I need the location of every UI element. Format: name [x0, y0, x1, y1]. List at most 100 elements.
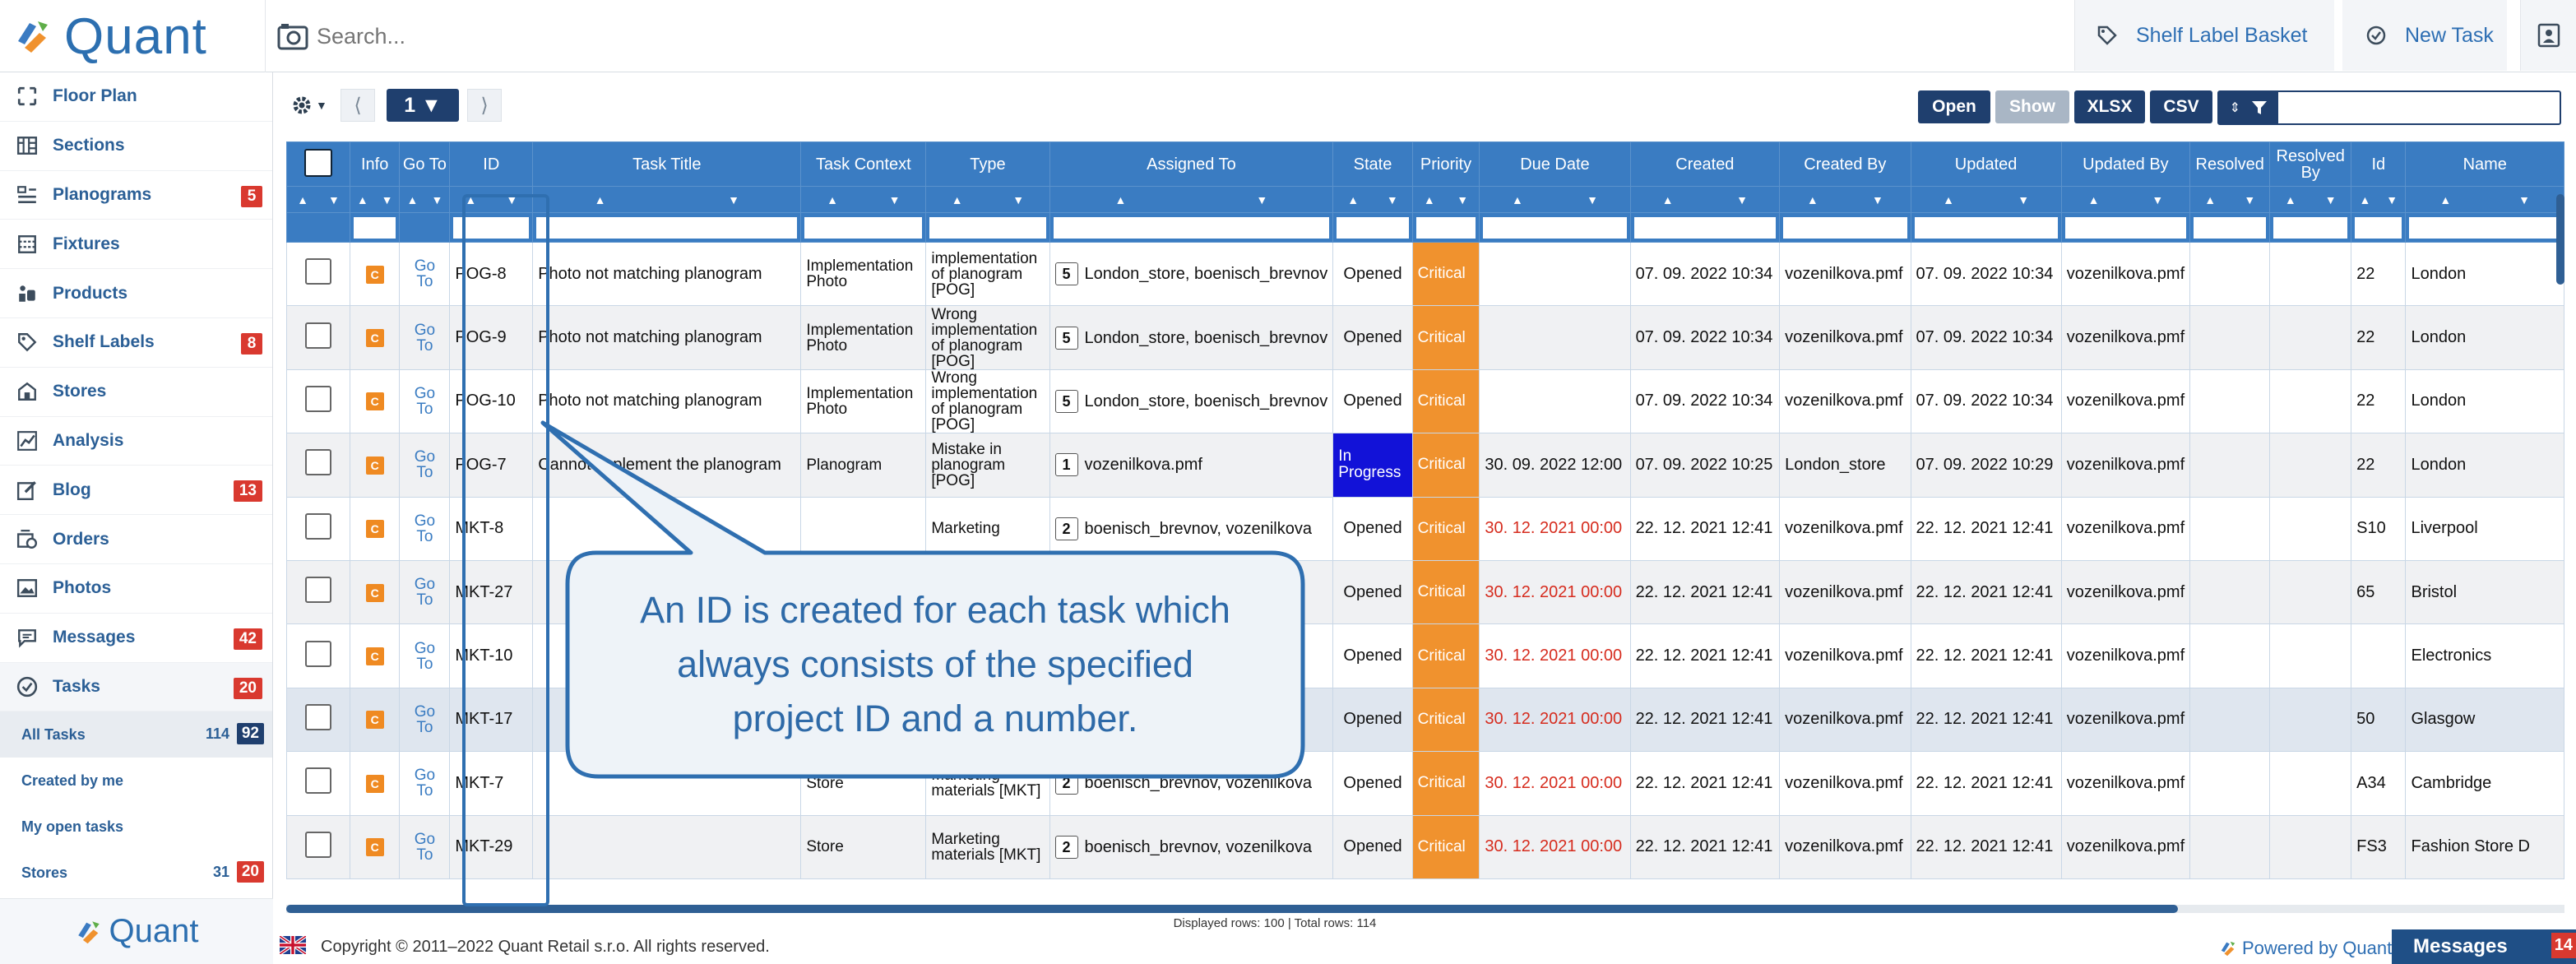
info-icon[interactable]: C: [365, 647, 384, 666]
column-header-go-to[interactable]: Go To: [399, 141, 451, 187]
sort-desc-icon[interactable]: ▼: [382, 193, 393, 206]
table-row[interactable]: C Go To POG-9 Photo not matching planogram I…: [286, 305, 2564, 370]
column-header-assigned-to[interactable]: Assigned To: [1049, 141, 1334, 187]
table-row[interactable]: C Go To MKT-29 Store Marketing materials [MK…: [286, 814, 2564, 879]
info-cell[interactable]: C: [349, 814, 401, 879]
tasks-subitem-my-open-tasks[interactable]: My open tasks: [0, 804, 272, 850]
sort-asc-icon[interactable]: ▲: [827, 193, 838, 206]
goto-link[interactable]: Go To: [399, 814, 451, 879]
info-cell[interactable]: C: [349, 623, 401, 688]
sort-cell[interactable]: ▲ ▼: [1779, 186, 1911, 213]
tasks-subitem-all-tasks[interactable]: All Tasks 114 92: [0, 711, 272, 758]
column-filter-input[interactable]: [1483, 216, 1627, 239]
sort-asc-icon[interactable]: ▲: [1943, 193, 1954, 206]
sort-desc-icon[interactable]: ▼: [506, 193, 517, 206]
sort-desc-icon[interactable]: ▼: [2018, 193, 2029, 206]
column-header-task-title[interactable]: Task Title: [532, 141, 802, 187]
sort-cell[interactable]: ▲ ▼: [2405, 186, 2564, 213]
column-header-name[interactable]: Name: [2405, 141, 2564, 187]
sort-cell[interactable]: ▲ ▼: [1332, 186, 1413, 213]
sort-desc-icon[interactable]: ▼: [2518, 193, 2530, 206]
sort-asc-icon[interactable]: ▲: [1662, 193, 1674, 206]
info-icon[interactable]: C: [365, 711, 384, 730]
goto-link[interactable]: Go To: [399, 687, 451, 753]
row-checkbox[interactable]: [304, 385, 331, 412]
sort-asc-icon[interactable]: ▲: [595, 193, 606, 206]
table-filter-input[interactable]: ⇕: [2217, 90, 2561, 125]
info-cell[interactable]: C: [349, 559, 401, 625]
sort-cell[interactable]: ▲ ▼: [800, 186, 927, 213]
settings-menu-button[interactable]: ▼: [290, 89, 332, 122]
row-select-cell[interactable]: [286, 623, 350, 688]
shelf-label-basket-button[interactable]: Shelf Label Basket: [2074, 0, 2334, 71]
sort-desc-icon[interactable]: ▼: [1872, 193, 1883, 206]
sort-cell[interactable]: ▲ ▼: [2060, 186, 2191, 213]
sort-asc-icon[interactable]: ▲: [2360, 193, 2371, 206]
column-header-created-by[interactable]: Created By: [1779, 141, 1911, 187]
sidebar-item-planograms[interactable]: Planograms 5: [0, 171, 272, 220]
sort-asc-icon[interactable]: ▲: [297, 193, 308, 206]
row-checkbox[interactable]: [304, 322, 331, 349]
column-header-created[interactable]: Created: [1629, 141, 1781, 187]
quant-logo[interactable]: Quant: [13, 8, 260, 65]
sort-cell[interactable]: ▲ ▼: [1479, 186, 1631, 213]
column-filter-input[interactable]: [2273, 216, 2348, 239]
column-header-due-date[interactable]: Due Date: [1479, 141, 1631, 187]
sort-desc-icon[interactable]: ▼: [1587, 193, 1598, 206]
sort-desc-icon[interactable]: ▼: [1387, 193, 1398, 206]
column-header-info[interactable]: Info: [349, 141, 401, 187]
goto-link[interactable]: Go To: [399, 559, 451, 625]
sidebar-item-orders[interactable]: Orders: [0, 515, 272, 564]
sort-icon[interactable]: ⇕: [2230, 100, 2240, 116]
column-filter-input[interactable]: [2064, 216, 2187, 239]
column-filter-input[interactable]: [353, 216, 396, 239]
sort-desc-icon[interactable]: ▼: [2386, 193, 2398, 206]
info-icon[interactable]: C: [365, 520, 384, 539]
previous-page-button[interactable]: ⟨: [341, 89, 375, 122]
info-cell[interactable]: C: [349, 496, 401, 561]
sort-asc-icon[interactable]: ▲: [1424, 193, 1435, 206]
new-task-button[interactable]: New Task: [2342, 0, 2507, 71]
table-row[interactable]: C Go To POG-8 Photo not matching planogram I…: [286, 241, 2564, 307]
column-filter-input[interactable]: [2409, 216, 2560, 239]
sort-asc-icon[interactable]: ▲: [406, 193, 418, 206]
row-checkbox[interactable]: [304, 577, 331, 604]
info-icon[interactable]: C: [365, 838, 384, 857]
sort-cell[interactable]: ▲ ▼: [1910, 186, 2062, 213]
sort-asc-icon[interactable]: ▲: [465, 193, 476, 206]
row-select-cell[interactable]: [286, 496, 350, 561]
goto-link[interactable]: Go To: [399, 368, 451, 434]
user-profile-button[interactable]: [2520, 0, 2576, 71]
sort-desc-icon[interactable]: ▼: [328, 193, 340, 206]
column-filter-input[interactable]: [2194, 216, 2267, 239]
row-checkbox[interactable]: [304, 512, 331, 540]
sidebar-item-fixtures[interactable]: Fixtures: [0, 220, 272, 270]
row-checkbox[interactable]: [304, 449, 331, 476]
sidebar-footer-logo[interactable]: Quant: [0, 898, 273, 964]
page-number-select[interactable]: 1 ▼: [387, 89, 459, 122]
sort-desc-icon[interactable]: ▼: [2325, 193, 2337, 206]
row-checkbox[interactable]: [304, 258, 331, 285]
uk-flag-icon[interactable]: [280, 936, 306, 954]
goto-link[interactable]: Go To: [399, 751, 451, 816]
info-cell[interactable]: C: [349, 241, 401, 307]
messages-bar-button[interactable]: Messages 14: [2392, 929, 2576, 964]
row-select-cell[interactable]: [286, 305, 350, 370]
export-csv-button[interactable]: CSV: [2150, 90, 2212, 123]
sidebar-item-shelf-labels[interactable]: Shelf Labels 8: [0, 318, 272, 368]
sort-desc-icon[interactable]: ▼: [1256, 193, 1267, 206]
info-icon[interactable]: C: [365, 329, 384, 348]
column-filter-input[interactable]: [1633, 216, 1777, 239]
info-icon[interactable]: C: [365, 392, 384, 411]
sidebar-item-stores[interactable]: Stores: [0, 368, 272, 417]
sidebar-item-blog[interactable]: Blog 13: [0, 466, 272, 516]
sidebar-item-products[interactable]: Products: [0, 269, 272, 318]
sort-asc-icon[interactable]: ▲: [2439, 193, 2451, 206]
column-filter-input[interactable]: [453, 216, 530, 239]
sort-cell[interactable]: ▲ ▼: [1049, 186, 1334, 213]
info-cell[interactable]: C: [349, 368, 401, 434]
select-all-checkbox[interactable]: [303, 148, 332, 177]
sort-cell[interactable]: ▲ ▼: [2351, 186, 2407, 213]
camera-icon[interactable]: [277, 22, 308, 50]
search-bar[interactable]: [265, 0, 1499, 72]
